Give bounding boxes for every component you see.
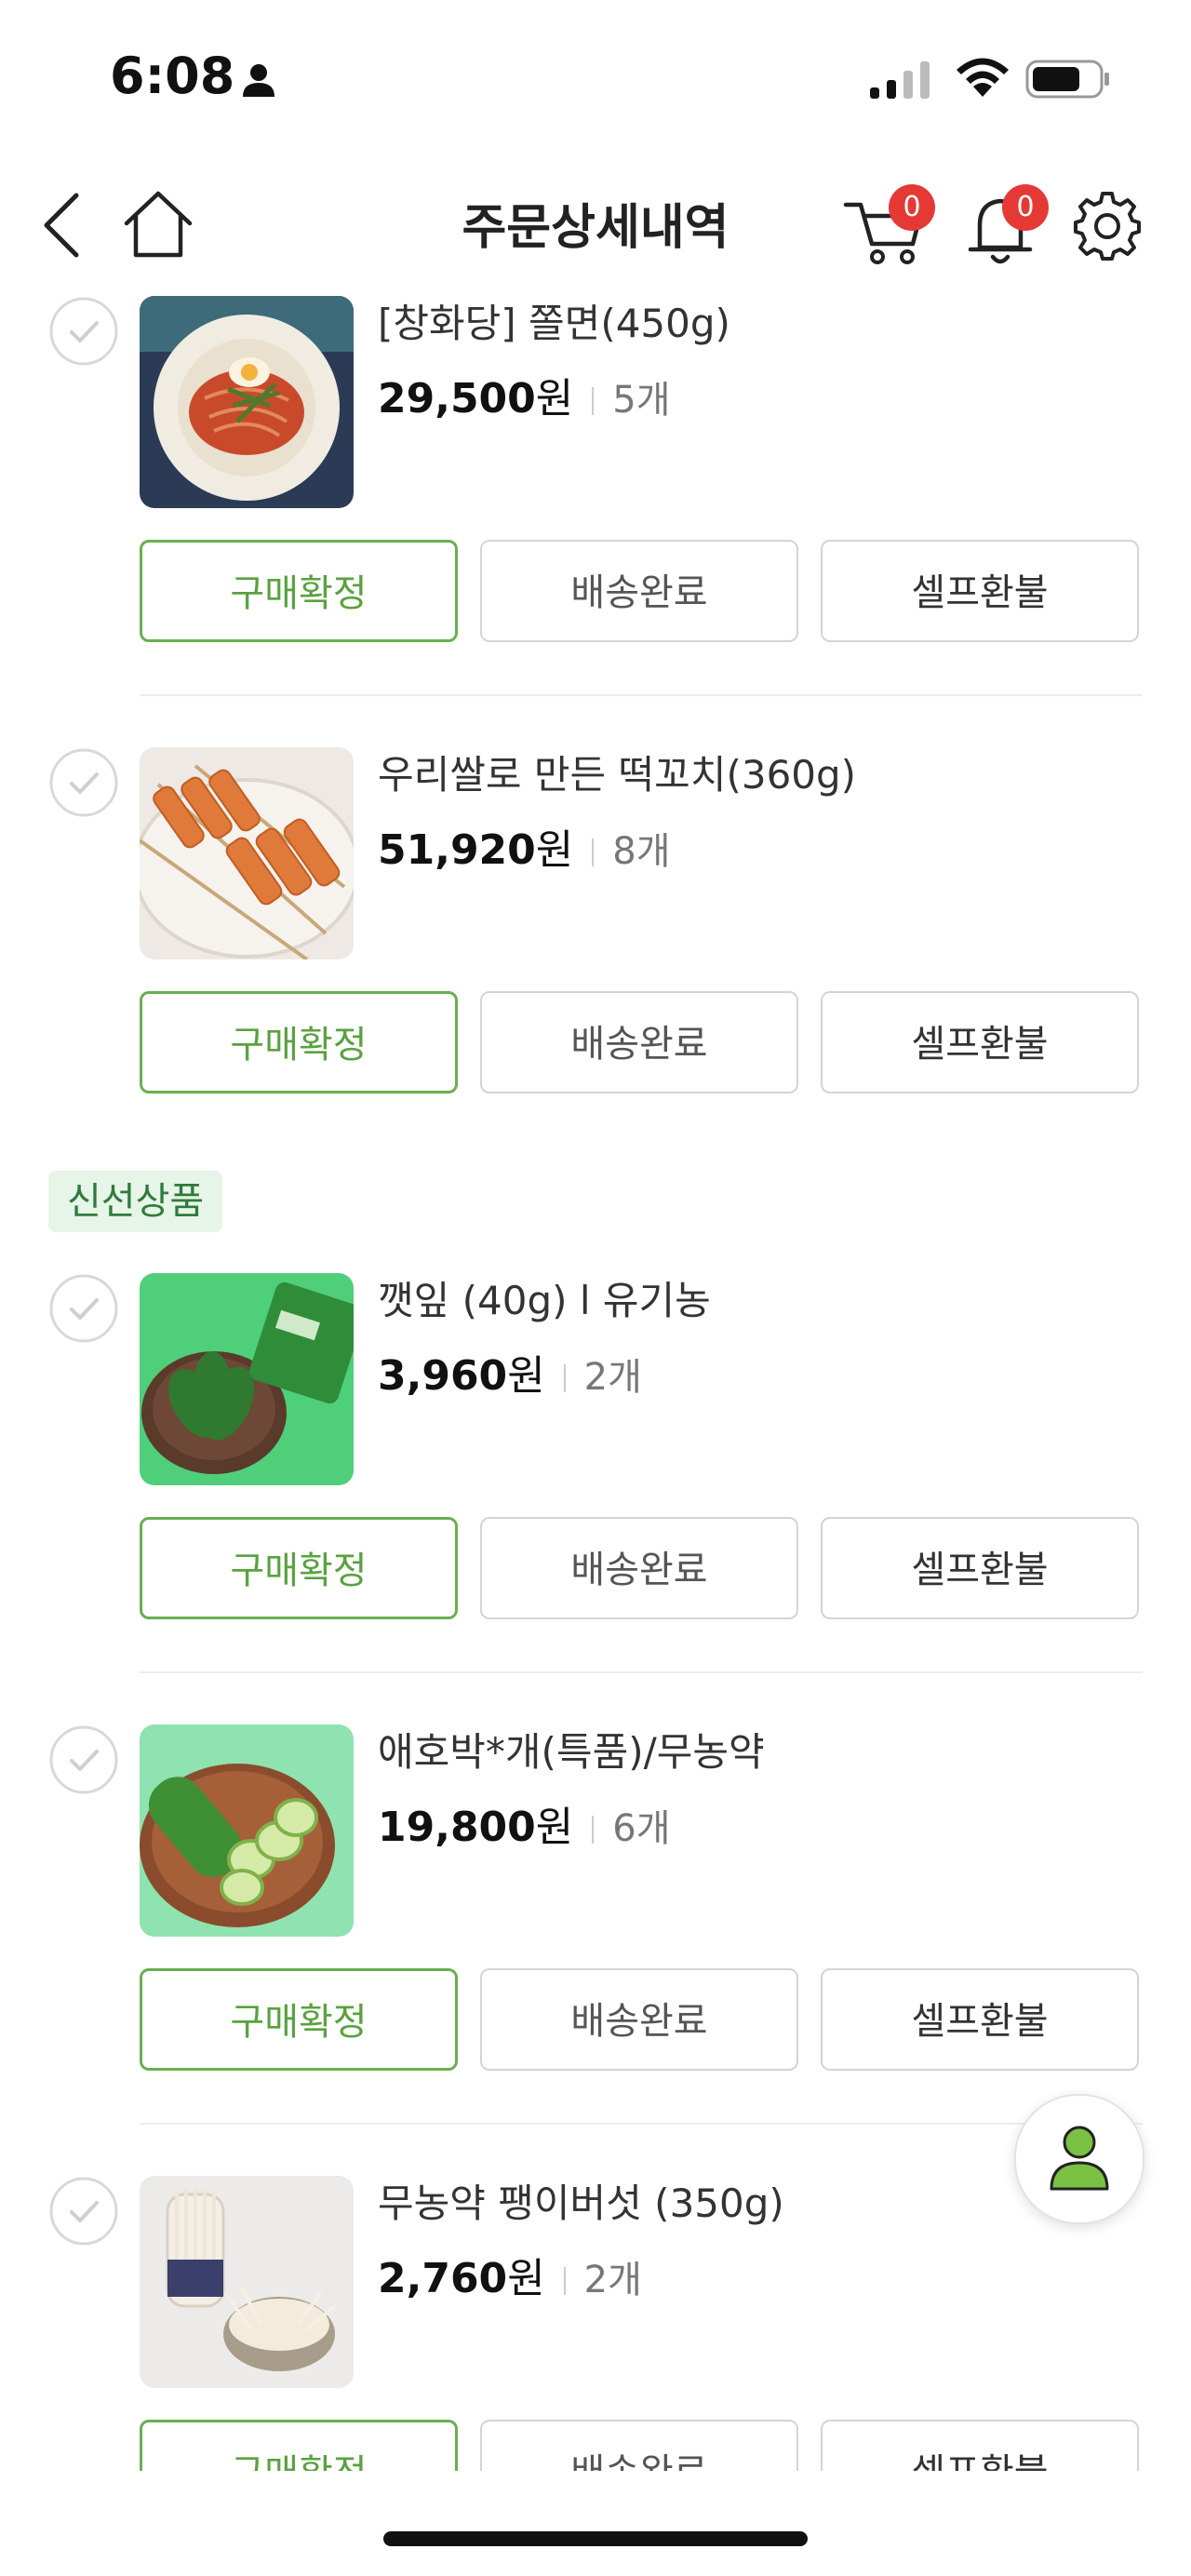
price-row: 19,800원 6개 [378,1793,671,1853]
confirm-purchase-button[interactable]: 구매확정 [140,2420,458,2471]
notification-button[interactable]: 0 [963,184,1049,268]
order-item: 우리쌀로 만든 떡꼬치(360g) 51,920원 8개 구매확정 배송완료 셀프… [0,731,1191,1103]
confirm-purchase-button[interactable]: 구매확정 [140,1968,458,2071]
order-item: 애호박*개(특품)/무농약 19,800원 6개 구매확정 배송완료 셀프환불 [0,1708,1191,2080]
currency-unit: 원 [507,2255,545,2302]
self-refund-button[interactable]: 셀프환불 [821,1968,1139,2071]
product-name: [창화당] 쫄면(450g) [378,301,730,346]
price-amount: 19,800 [378,1804,536,1851]
product-name: 무농약 팽이버섯 (350g) [378,2180,784,2226]
divider [592,839,595,866]
item-divider [140,2123,1143,2125]
divider [592,1816,595,1844]
perilla-leaves-image[interactable] [140,1273,354,1485]
price-amount: 51,920 [378,826,536,874]
delivery-complete-button[interactable]: 배송완료 [480,1968,798,2071]
confirm-purchase-button[interactable]: 구매확정 [140,1517,458,1619]
order-item: [창화당] 쫄면(450g) 29,500원 5개 구매확정 배송완료 셀프환불 [0,279,1191,651]
price-row: 2,760원 2개 [378,2245,642,2304]
wifi-icon [957,58,1009,97]
person-icon [1050,2126,1109,2191]
product-name: 우리쌀로 만든 떡꼬치(360g) [378,752,857,798]
price-row: 51,920원 8개 [378,816,671,876]
delivery-complete-button[interactable]: 배송완료 [480,1517,798,1619]
price-amount: 2,760 [378,2255,508,2302]
divider [592,387,595,415]
category-tag-fresh: 신선상품 [48,1171,223,1232]
bowl-of-noodles-image[interactable] [140,296,354,508]
quantity: 5개 [612,379,671,422]
settings-gear-icon[interactable] [1072,190,1143,261]
item-divider [140,1671,1143,1673]
price-row: 29,500원 5개 [378,365,671,424]
currency-unit: 원 [507,1352,545,1400]
self-refund-button[interactable]: 셀프환불 [821,2420,1139,2471]
quantity: 6개 [612,1807,671,1850]
order-item: 무농약 팽이버섯 (350g) 2,760원 2개 구매확정 배송완료 셀프환불 [0,2159,1191,2471]
checkbox-icon[interactable] [48,1273,119,1344]
home-indicator[interactable] [383,2531,808,2546]
cart-count-badge: 0 [889,184,935,231]
divider [563,1364,566,1392]
rice-cake-skewers-image[interactable] [140,747,354,959]
quantity: 8개 [612,830,671,873]
enoki-mushroom-image[interactable] [140,2176,354,2388]
self-refund-button[interactable]: 셀프환불 [821,991,1139,1093]
status-time: 6:08 [110,47,235,105]
product-name: 깻잎 (40g) l 유기농 [378,1278,711,1323]
delivery-complete-button[interactable]: 배송완료 [480,540,798,642]
quantity: 2개 [583,2259,642,2301]
confirm-purchase-button[interactable]: 구매확정 [140,991,458,1093]
status-bar: 6:08 [0,0,1191,158]
checkbox-icon[interactable] [48,2176,119,2247]
divider [563,2267,566,2295]
zucchini-image[interactable] [140,1724,354,1937]
delivery-complete-button[interactable]: 배송완료 [480,2420,798,2471]
order-item-list[interactable]: [창화당] 쫄면(450g) 29,500원5개 구매확정 배송완료 셀프환불 [0,279,1191,2471]
price-amount: 3,960 [378,1352,508,1400]
item-divider [140,694,1143,696]
checkbox-icon[interactable] [48,1724,119,1795]
currency-unit: 원 [535,826,574,874]
self-refund-button[interactable]: 셀프환불 [821,540,1139,642]
checkbox-icon[interactable] [48,296,119,367]
cart-button[interactable]: 0 [842,184,935,268]
price-amount: 29,500 [378,375,536,423]
top-navigation-bar: 주문상세내역 0 0 [0,158,1191,279]
delivery-complete-button[interactable]: 배송완료 [480,991,798,1093]
checkbox-icon[interactable] [48,747,119,818]
battery-icon [1025,60,1109,99]
cellular-signal-icon [870,61,930,99]
product-name: 애호박*개(특품)/무농약 [378,1729,765,1775]
confirm-purchase-button[interactable]: 구매확정 [140,540,458,642]
price-row: 3,960원 2개 [378,1342,642,1402]
order-item: 깻잎 (40g) l 유기농 3,960원 2개 구매확정 배송완료 셀프환불 [0,1256,1191,1629]
person-icon [243,64,274,97]
currency-unit: 원 [535,375,574,423]
self-refund-button[interactable]: 셀프환불 [821,1517,1139,1619]
notification-count-badge: 0 [1002,184,1049,231]
profile-floating-button[interactable] [1014,2094,1144,2224]
currency-unit: 원 [535,1804,574,1851]
quantity: 2개 [583,1356,642,1399]
